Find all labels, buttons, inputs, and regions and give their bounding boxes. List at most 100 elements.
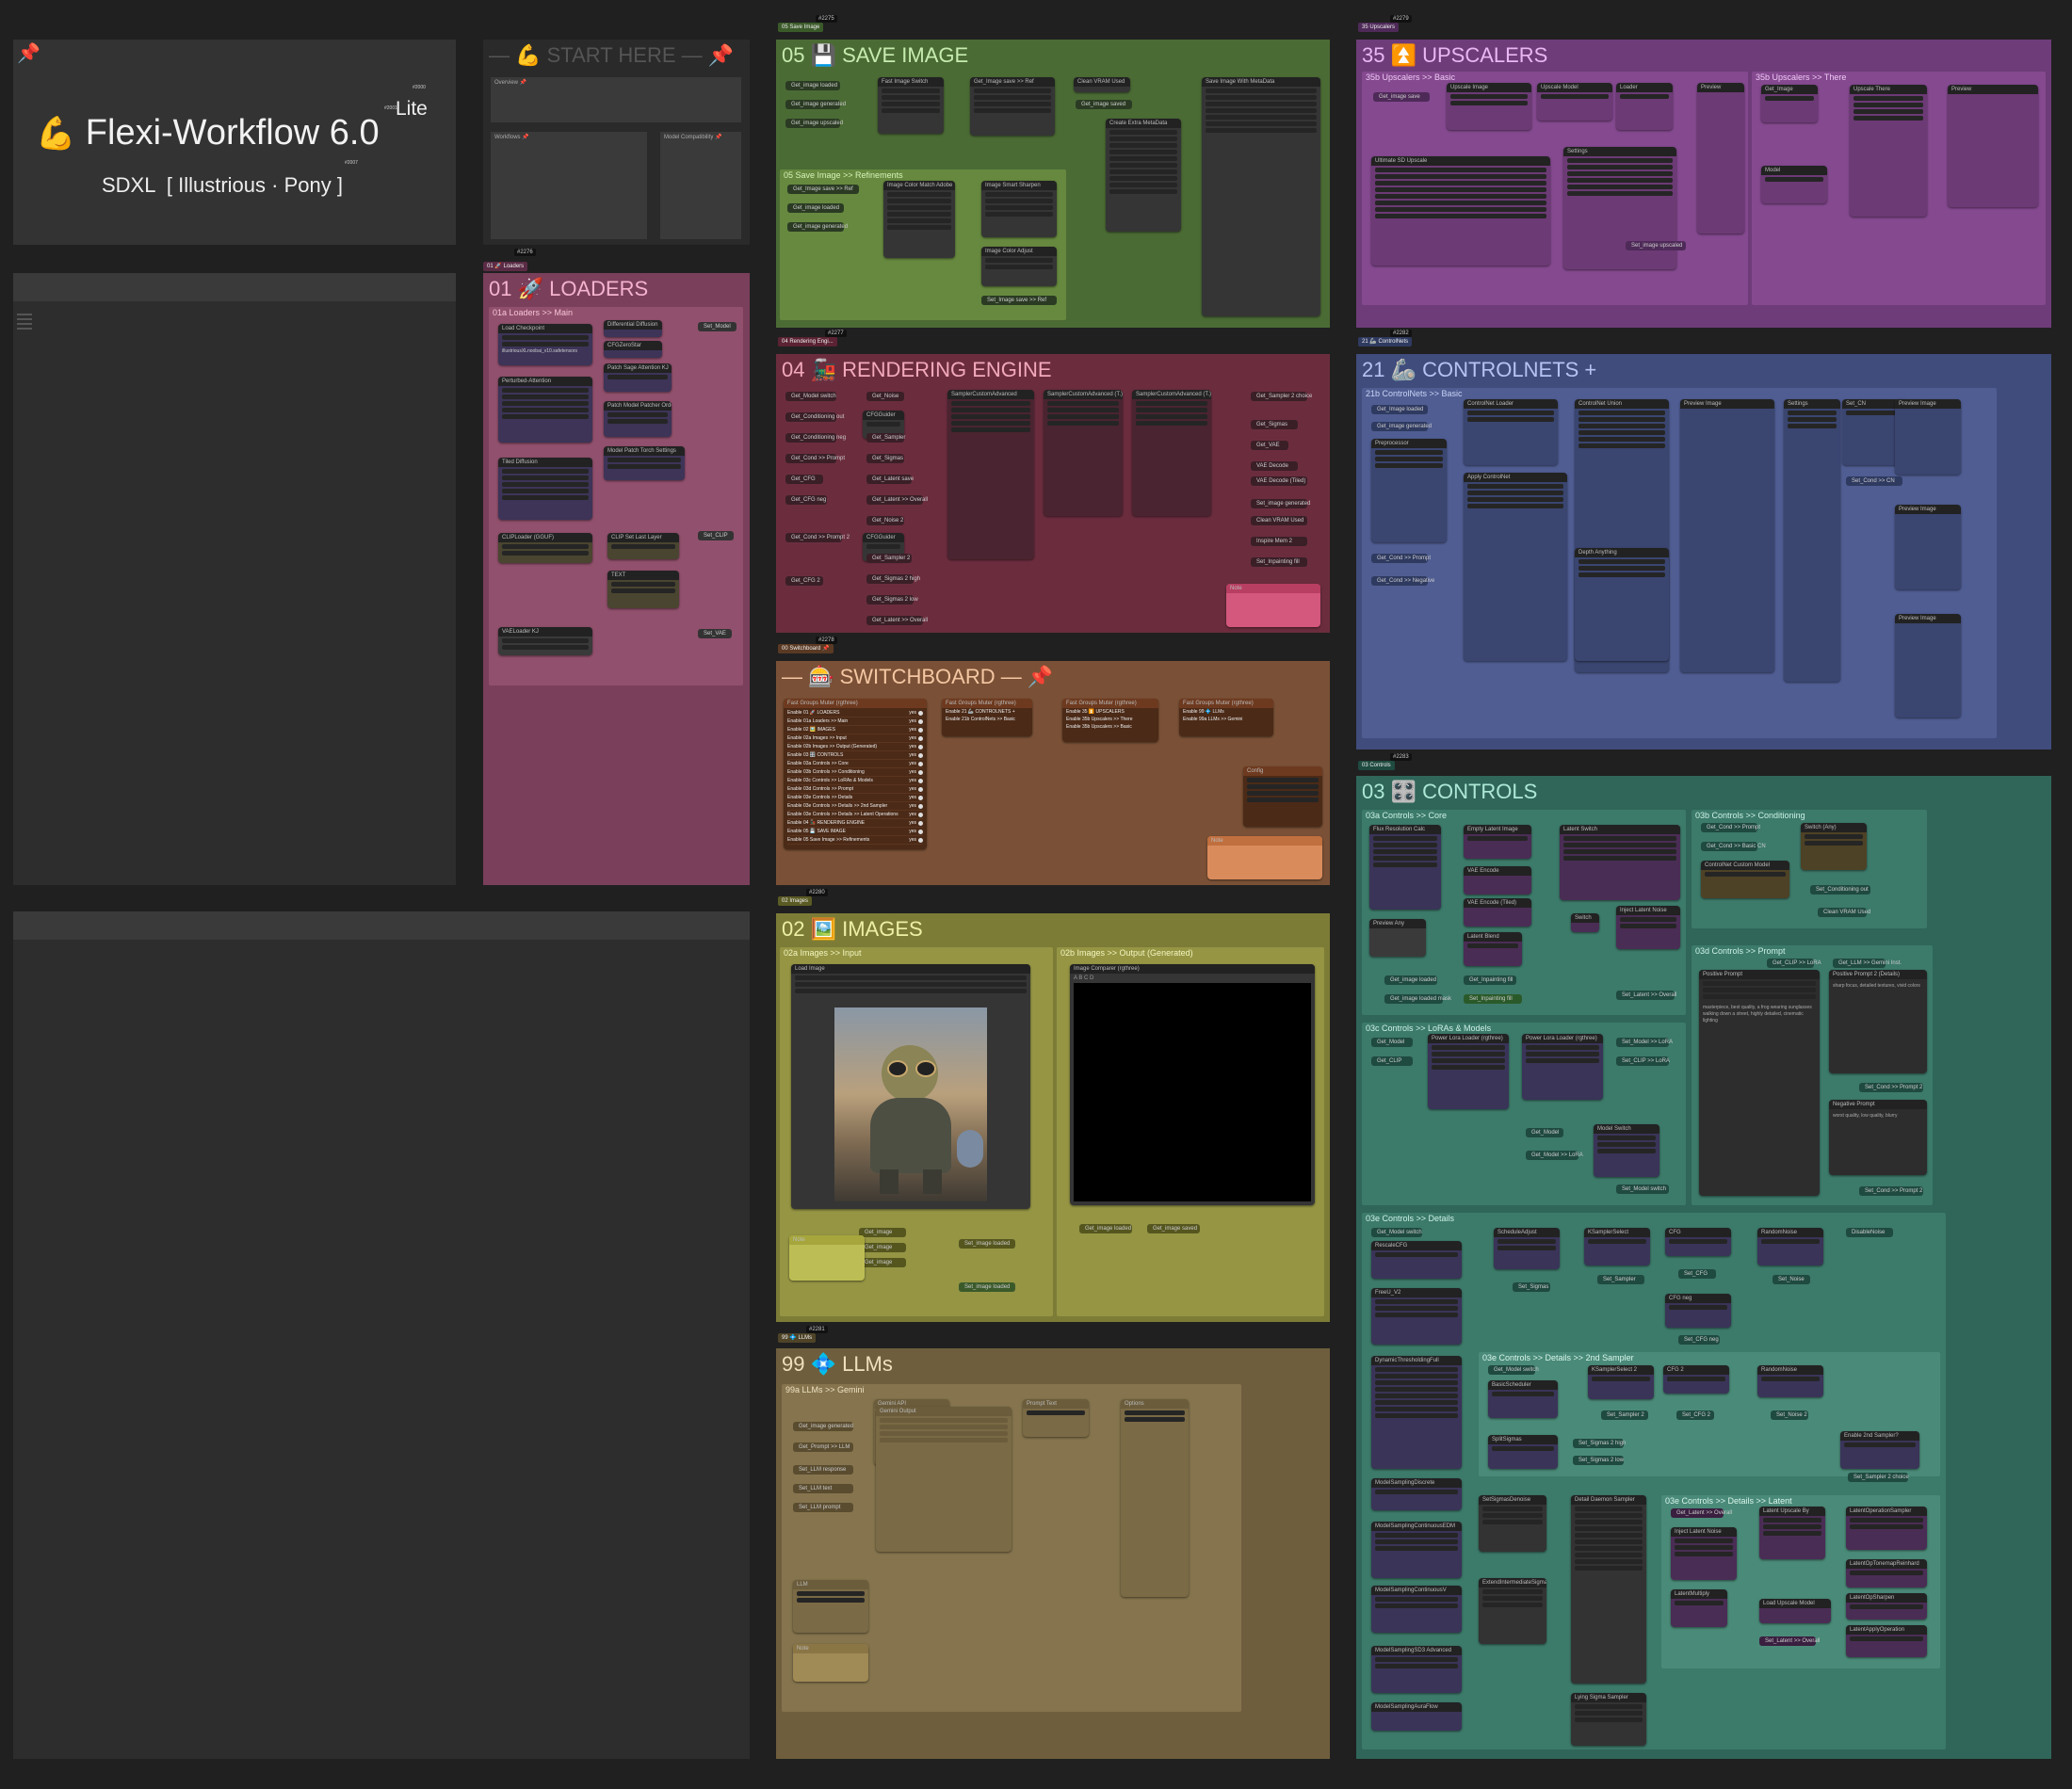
- get-latent-overall-c[interactable]: Get_Latent >> Overall: [1671, 1508, 1732, 1518]
- node-llm-note[interactable]: Note: [793, 1644, 868, 1682]
- set-cond-prompt-2[interactable]: Set_Cond >> Prompt 2: [1859, 1083, 1923, 1092]
- set-cond-negative[interactable]: Set_Cond >> Prompt 2: [1859, 1186, 1923, 1196]
- set-image-save[interactable]: Set_Image save >> Ref: [981, 296, 1057, 305]
- node-orange-note[interactable]: Note: [1207, 836, 1322, 879]
- node-ksampler-select[interactable]: ScheduleAdjust: [1494, 1228, 1560, 1269]
- node-upscale-3[interactable]: Loader: [1616, 83, 1673, 130]
- get-image-mask[interactable]: Get_image loaded mask: [1384, 994, 1451, 1004]
- node-cfg-d[interactable]: CFG: [1665, 1228, 1731, 1256]
- node-latent-upscale[interactable]: Latent Upscale By: [1759, 1507, 1825, 1559]
- node-cn-settings[interactable]: Settings: [1784, 399, 1840, 682]
- toggle-switch-icon[interactable]: yes: [909, 778, 923, 783]
- get-image-saved-out[interactable]: Get_image saved: [1147, 1224, 1200, 1233]
- get-model-switch-2[interactable]: Get_Model switch: [1488, 1365, 1539, 1375]
- toggle-switch-icon[interactable]: yes: [909, 829, 923, 834]
- set-clip-lora[interactable]: Set_CLIP >> LoRA: [1616, 1056, 1670, 1066]
- node-cn-preview[interactable]: Preview Image: [1680, 399, 1774, 672]
- vae-decode-tiled[interactable]: VAE Decode (Tiled): [1251, 476, 1307, 486]
- cn-get-cond-neg[interactable]: Get_Cond >> Negative: [1371, 576, 1434, 586]
- toggle-switch-icon[interactable]: yes: [909, 786, 923, 792]
- group-tag[interactable]: 35 Upscalers: [1358, 23, 1400, 32]
- get-image-loaded-out[interactable]: Get_image loaded: [1079, 1224, 1132, 1233]
- node-image-tools[interactable]: Get_Image save >> Ref: [970, 77, 1055, 136]
- node-cfg-neg[interactable]: CFG neg: [1665, 1294, 1731, 1328]
- group-tag[interactable]: 03 Controls: [1358, 761, 1395, 770]
- set-cfg[interactable]: Set_CFG: [1678, 1269, 1716, 1279]
- node-empty-latent[interactable]: Empty Latent Image: [1464, 825, 1531, 859]
- set-sampler-choice[interactable]: Set_Sampler 2 choice: [1848, 1473, 1909, 1482]
- node-sampler-custom-a[interactable]: SamplerCustomAdvanced: [947, 390, 1034, 559]
- get-image-save[interactable]: Get_Image save >> Ref: [787, 185, 859, 194]
- get-image-upscaled[interactable]: Get_image upscaled: [785, 119, 843, 128]
- get-sampler-choice[interactable]: Get_Sampler 2 choice: [1251, 392, 1312, 401]
- node-split-sigmas[interactable]: SplitSigmas: [1488, 1435, 1558, 1469]
- set-model-switch[interactable]: Set_Model switch: [1616, 1185, 1669, 1194]
- node-enable-2nd[interactable]: Enable 2nd Sampler?: [1840, 1431, 1919, 1469]
- node-latent-noise[interactable]: Inject Latent Noise: [1616, 906, 1680, 949]
- node-power-lora-1[interactable]: Power Lora Loader (rgthree): [1428, 1034, 1509, 1109]
- get-model-switch[interactable]: Get_Model switch: [785, 392, 836, 401]
- node-llm-prompt[interactable]: Prompt Text: [1023, 1399, 1089, 1437]
- node-image-comparer[interactable]: Image Comparer (rgthree) A B C D: [1070, 964, 1315, 1205]
- node-rescale-cfg[interactable]: RescaleCFG: [1371, 1241, 1462, 1279]
- group-controlnets[interactable]: 21 🦾 CONTROLNETS + 21b ControlNets >> Ba…: [1356, 354, 2051, 749]
- subgroup-llm-gemini[interactable]: 99a LLMs >> Gemini Gemini API Gemini Out…: [782, 1384, 1241, 1712]
- get-cfg[interactable]: Get_CFG: [785, 475, 823, 484]
- node-model-sampling-cont-v[interactable]: ModelSamplingContinuousV: [1371, 1586, 1462, 1633]
- node-color-adjust[interactable]: Image Color Adjust: [981, 247, 1057, 286]
- node-preview-any[interactable]: Preview Any: [1369, 919, 1426, 957]
- get-latent-overall-2[interactable]: Get_Latent >> Overall: [866, 616, 928, 625]
- node-gemini-output[interactable]: Gemini Output: [876, 1407, 1012, 1552]
- switchboard-toggle-row[interactable]: Enable 02b Images >> Output (Generated) y…: [787, 743, 923, 751]
- node-sampler-custom-b[interactable]: SamplerCustomAdvanced (T.): [1044, 390, 1123, 516]
- group-rendering-engine[interactable]: 04 🚂 RENDERING ENGINE Get_Model switch G…: [776, 354, 1330, 633]
- node-differential-diffusion[interactable]: Differential Diffusion: [604, 320, 662, 337]
- get-image-a[interactable]: Get_image: [859, 1228, 906, 1237]
- node-upscale-there-1[interactable]: Get_Image: [1761, 85, 1818, 122]
- set-sigmas[interactable]: Set_Sigmas: [1513, 1282, 1550, 1292]
- switchboard-toggle-row[interactable]: Enable 03c Controls >> LoRAs & Models yes: [787, 777, 923, 785]
- node-clean-vram[interactable]: Clean VRAM Used: [1074, 77, 1130, 92]
- get-image-loaded-2[interactable]: Get_image loaded: [787, 203, 844, 213]
- set-cfg-neg[interactable]: Set_CFG neg: [1678, 1335, 1720, 1345]
- toggle-switch-icon[interactable]: yes: [909, 752, 923, 758]
- node-muter-b[interactable]: Fast Groups Muter (rgthree) Enable 35 ⏫ …: [1062, 699, 1158, 742]
- subgroup-controls-conditioning[interactable]: 03b Controls >> Conditioning Get_Cond >>…: [1692, 810, 1927, 928]
- group-tag[interactable]: 21 🦾 ControlNets: [1358, 337, 1413, 347]
- switchboard-toggle-row[interactable]: Enable 03e Controls >> Details >> Latent…: [787, 811, 923, 819]
- set-noise[interactable]: Set_Noise: [1773, 1275, 1810, 1284]
- node-basic-sched-2[interactable]: BasicScheduler: [1488, 1380, 1558, 1418]
- node-upscale-preview[interactable]: Preview: [1697, 83, 1744, 234]
- group-tag[interactable]: 05 Save Image: [778, 23, 824, 32]
- get-image-generated[interactable]: Get_image generated: [785, 100, 846, 109]
- subgroup-save-refinements[interactable]: 05 Save Image >> Refinements Get_Image s…: [780, 169, 1066, 320]
- upscale-get[interactable]: Get_image save: [1373, 92, 1430, 102]
- vae-decode[interactable]: VAE Decode: [1251, 461, 1298, 471]
- toggle-switch-icon[interactable]: yes: [909, 761, 923, 766]
- node-power-lora-2[interactable]: Power Lora Loader (rgthree): [1522, 1034, 1603, 1100]
- group-tag[interactable]: 02 Images: [778, 896, 813, 906]
- subgroup-loaders-main[interactable]: 01a Loaders >> Main Load Checkpoint illu…: [489, 307, 743, 685]
- subgroup-controls-prompt[interactable]: 03d Controls >> Prompt Get_CLIP >> LoRA …: [1692, 945, 1933, 1205]
- group-llms[interactable]: 99 💠 LLMs 99a LLMs >> Gemini Gemini API …: [776, 1348, 1330, 1759]
- group-tag[interactable]: 04 Rendering Engi...: [778, 337, 837, 347]
- get-cfg-neg[interactable]: Get_CFG neg: [785, 495, 827, 505]
- get-latent-overall[interactable]: Get_Latent >> Overall: [866, 495, 928, 505]
- set-model-lora[interactable]: Set_Model >> LoRA: [1616, 1038, 1673, 1047]
- get-sigmas-high[interactable]: Get_Sigmas 2 high: [866, 574, 920, 584]
- get-image-loaded-c[interactable]: Get_image loaded: [1384, 975, 1437, 985]
- node-cn-apply[interactable]: Apply ControlNet: [1464, 473, 1567, 661]
- cn-get-cond[interactable]: Get_Cond >> Prompt: [1371, 554, 1431, 563]
- set-sigmas-low-2[interactable]: Set_Sigmas 2 low: [1573, 1456, 1624, 1465]
- set-vae-pill[interactable]: Set_VAE: [698, 629, 732, 638]
- node-muter-c[interactable]: Fast Groups Muter (rgthree) Enable 99 💠 …: [1179, 699, 1273, 736]
- get-cfg-2[interactable]: Get_CFG 2: [785, 576, 823, 586]
- node-smart-sharpen[interactable]: Image Smart Sharpen: [981, 181, 1057, 237]
- get-sampler[interactable]: Get_Sampler: [866, 433, 905, 443]
- node-load-upscale-model[interactable]: Load Upscale Model: [1759, 1599, 1831, 1623]
- switchboard-toggle-row[interactable]: Enable 04 🚂 RENDERING ENGINE yes: [787, 819, 923, 828]
- node-muter-a[interactable]: Fast Groups Muter (rgthree) Enable 21 🦾 …: [942, 699, 1032, 736]
- blank-panel-upper[interactable]: [13, 273, 456, 885]
- subgroup-upscale-there[interactable]: 35b Upscalers >> There Get_Image Upscale…: [1752, 72, 2046, 305]
- node-vae-encode[interactable]: VAE Encode: [1464, 866, 1531, 894]
